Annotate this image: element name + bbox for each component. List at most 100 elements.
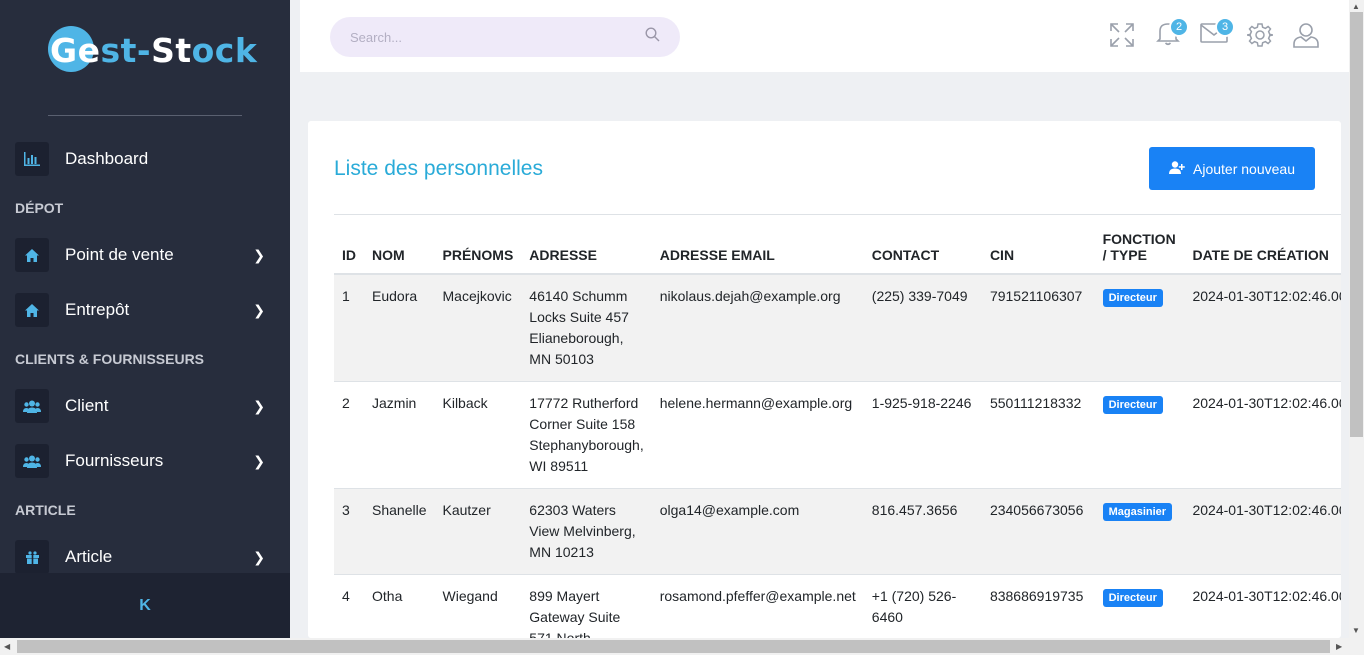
cell-cin: 791521106307 — [981, 274, 1095, 382]
scroll-right-icon[interactable]: ▶ — [1336, 642, 1342, 651]
section-clients-fournisseurs: CLIENTS & FOURNISSEURS — [15, 351, 205, 367]
role-badge: Directeur — [1102, 396, 1163, 414]
header-fonction[interactable]: FONCTION / TYPE — [1094, 214, 1185, 275]
cell-fonction: Directeur — [1094, 274, 1185, 382]
cell-adresse: 17772 Rutherford Corner Suite 158 Stepha… — [521, 381, 652, 489]
add-new-button[interactable]: Ajouter nouveau — [1149, 147, 1315, 190]
sidebar-item-fournisseurs[interactable]: Fournisseurs ❯ — [15, 443, 275, 479]
cell-id: 2 — [334, 381, 364, 489]
user-icon[interactable] — [1291, 20, 1321, 50]
personnel-card: Liste des personnelles Ajouter nouveau I… — [308, 121, 1341, 638]
header-date[interactable]: DATE DE CRÉATION — [1184, 214, 1341, 275]
chevron-right-icon: ❯ — [253, 397, 265, 414]
horizontal-scrollbar-thumb[interactable] — [17, 640, 1330, 653]
header-id[interactable]: ID — [334, 214, 364, 275]
scroll-down-icon[interactable]: ▼ — [1352, 626, 1360, 635]
cell-email: helene.hermann@example.org — [651, 381, 864, 489]
table-header-row: ID NOM PRÉNOMS ADRESSE ADRESSE EMAIL CON… — [334, 214, 1341, 275]
cell-cin: 838686919735 — [981, 574, 1095, 638]
sidebar-item-dashboard[interactable]: Dashboard — [15, 141, 275, 177]
cell-email: olga14@example.com — [651, 488, 864, 575]
brand-part2: st- — [100, 30, 152, 70]
gift-icon — [15, 540, 49, 574]
personnel-table: ID NOM PRÉNOMS ADRESSE ADRESSE EMAIL CON… — [334, 214, 1341, 638]
brand-part3: St — [151, 30, 192, 70]
header-nom[interactable]: NOM — [364, 214, 435, 275]
cell-prenoms: Macejkovic — [434, 274, 522, 382]
sidebar-item-entrepot[interactable]: Entrepôt ❯ — [15, 292, 275, 328]
cell-cin: 550111218332 — [981, 381, 1095, 489]
notifications-badge: 2 — [1169, 17, 1189, 37]
cell-contact: 1-925-918-2246 — [863, 381, 982, 489]
search-input[interactable] — [350, 29, 645, 45]
role-badge: Directeur — [1102, 289, 1163, 307]
cell-contact: 816.457.3656 — [863, 488, 982, 575]
add-new-label: Ajouter nouveau — [1193, 160, 1295, 177]
section-article: ARTICLE — [15, 502, 76, 518]
chevron-right-icon: ❯ — [253, 246, 265, 263]
bar-chart-icon — [15, 142, 49, 176]
gear-icon[interactable] — [1245, 20, 1275, 50]
brand-part1: Ge — [50, 30, 101, 70]
header-cin[interactable]: CIN — [981, 214, 1095, 275]
table-row[interactable]: 3 Shanelle Kautzer 62303 Waters View Mel… — [334, 488, 1341, 575]
sidebar-item-article[interactable]: Article ❯ — [15, 539, 275, 575]
header-contact[interactable]: CONTACT — [863, 214, 982, 275]
cell-adresse: 62303 Waters View Melvinberg, MN 10213 — [521, 488, 652, 575]
sidebar-item-point-de-vente[interactable]: Point de vente ❯ — [15, 237, 275, 273]
table-row[interactable]: 2 Jazmin Kilback 17772 Rutherford Corner… — [334, 381, 1341, 489]
fullscreen-icon[interactable] — [1107, 20, 1137, 50]
search-icon[interactable] — [645, 27, 660, 47]
cell-cin: 234056673056 — [981, 488, 1095, 575]
role-badge: Directeur — [1102, 589, 1163, 607]
sidebar-collapse-button[interactable]: K — [0, 573, 290, 638]
cell-nom: Shanelle — [364, 488, 435, 575]
cell-date: 2024-01-30T12:02:46.000 — [1184, 488, 1341, 575]
brand-part4: ock — [191, 30, 258, 70]
cell-id: 3 — [334, 488, 364, 575]
header-adresse[interactable]: ADRESSE — [521, 214, 652, 275]
notifications-button[interactable]: 2 — [1153, 17, 1189, 50]
cell-date: 2024-01-30T12:02:46.000 — [1184, 274, 1341, 382]
sidebar: Gest-Stock Dashboard DÉPOT Point de vent… — [0, 0, 290, 638]
vertical-scrollbar-thumb[interactable] — [1350, 12, 1363, 437]
search-bar — [330, 17, 680, 57]
header-prenoms[interactable]: PRÉNOMS — [434, 214, 522, 275]
topbar: 2 3 — [300, 0, 1349, 72]
home-icon — [15, 238, 49, 272]
sidebar-item-label: Article — [65, 547, 113, 566]
header-email[interactable]: ADRESSE EMAIL — [651, 214, 864, 275]
role-badge: Magasinier — [1102, 503, 1173, 521]
cell-fonction: Magasinier — [1094, 488, 1185, 575]
cell-prenoms: Kilback — [434, 381, 522, 489]
messages-button[interactable]: 3 — [1199, 17, 1235, 50]
sidebar-item-label: Fournisseurs — [65, 451, 164, 470]
section-depot: DÉPOT — [15, 200, 64, 216]
users-icon — [15, 444, 49, 478]
scroll-up-icon[interactable]: ▲ — [1352, 2, 1360, 11]
scroll-left-icon[interactable]: ◀ — [4, 642, 10, 651]
sidebar-item-label: Dashboard — [65, 149, 149, 168]
cell-adresse: 899 Mayert Gateway Suite 571 North Katri… — [521, 574, 652, 638]
cell-nom: Jazmin — [364, 381, 435, 489]
logo-divider — [48, 115, 242, 116]
cell-fonction: Directeur — [1094, 381, 1185, 489]
cell-date: 2024-01-30T12:02:46.000 — [1184, 574, 1341, 638]
cell-prenoms: Kautzer — [434, 488, 522, 575]
table-row[interactable]: 1 Eudora Macejkovic 46140 Schumm Locks S… — [334, 274, 1341, 382]
chevron-right-icon: ❯ — [253, 452, 265, 469]
cell-prenoms: Wiegand — [434, 574, 522, 638]
cell-fonction: Directeur — [1094, 574, 1185, 638]
users-icon — [15, 389, 49, 423]
messages-badge: 3 — [1215, 17, 1235, 37]
sidebar-item-client[interactable]: Client ❯ — [15, 388, 275, 424]
brand-logo[interactable]: Gest-Stock — [48, 22, 257, 78]
chevron-right-icon: ❯ — [253, 301, 265, 318]
sidebar-item-label: Client — [65, 396, 109, 415]
cell-email: rosamond.pfeffer@example.net — [651, 574, 864, 638]
table-row[interactable]: 4 Otha Wiegand 899 Mayert Gateway Suite … — [334, 574, 1341, 638]
cell-date: 2024-01-30T12:02:46.000 — [1184, 381, 1341, 489]
sidebar-item-label: Entrepôt — [65, 300, 130, 319]
cell-id: 1 — [334, 274, 364, 382]
cell-adresse: 46140 Schumm Locks Suite 457 Elianeborou… — [521, 274, 652, 382]
